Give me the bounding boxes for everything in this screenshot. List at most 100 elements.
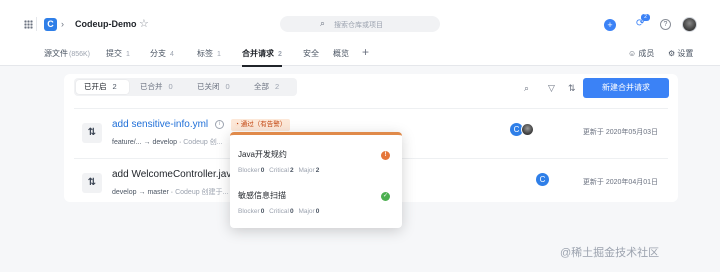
- check-icon: ✓: [381, 192, 390, 201]
- top-bar: C › Codeup-Demo ☆ ⌕ 搜索仓库或项目 + ⟳ 2 ?: [0, 0, 720, 38]
- sort-icon[interactable]: ⇅: [568, 83, 576, 94]
- filter-open[interactable]: 已开启 2: [76, 80, 129, 94]
- divider: [36, 17, 37, 31]
- tab-label: 分支: [150, 49, 166, 58]
- arrow-icon: →: [143, 139, 151, 146]
- filter-count: 0: [225, 82, 230, 91]
- repo-tabs: 源文件(856K) 提交 1 分支 4 标签 1 合并请求 2 安全 概览 + ☺ 成员…: [0, 38, 720, 67]
- codeup-logo-icon[interactable]: C: [44, 18, 57, 31]
- critical-count: 2: [290, 167, 294, 174]
- info-icon[interactable]: i: [215, 120, 224, 129]
- gear-icon: ⚙: [668, 49, 676, 58]
- filter-label: 已合并: [140, 82, 163, 91]
- scan-status-label: 通过（有告警）: [240, 121, 287, 128]
- author-note: Codeup 创...: [183, 139, 223, 146]
- tab-label: 标签: [197, 49, 213, 58]
- major-count: 0: [315, 208, 320, 215]
- scan-result-popover: Java开发规约 Blocker0 Critical2 Major2 ! 敏感信…: [230, 132, 402, 228]
- members-label: 成员: [638, 49, 655, 58]
- status-filter: 已开启 2 已合并 0 已关闭 0 全部 2: [74, 78, 297, 96]
- tab-label: 安全: [303, 49, 319, 58]
- app-grid-icon[interactable]: [24, 20, 33, 29]
- source-branch: feature/...: [112, 139, 142, 146]
- tab-label: 合并请求: [242, 49, 274, 58]
- major-count: 2: [315, 167, 320, 174]
- merge-request-title[interactable]: add sensitive-info.yml: [112, 119, 208, 130]
- critical-count: 0: [290, 208, 294, 215]
- major-label: Major: [298, 167, 315, 174]
- settings-label: 设置: [677, 49, 694, 58]
- notification-badge: 2: [641, 14, 650, 21]
- search-placeholder: 搜索仓库或项目: [334, 22, 383, 29]
- critical-label: Critical: [269, 167, 289, 174]
- tab-count: (856K): [69, 51, 91, 58]
- merge-request-title[interactable]: add WelcomeController.java: [112, 169, 237, 180]
- merge-request-icon: ⇅: [82, 123, 102, 143]
- filter-merged[interactable]: 已合并 0: [132, 80, 186, 94]
- tab-tags[interactable]: 标签 1: [197, 48, 221, 59]
- target-branch: develop: [152, 139, 178, 146]
- filter-all[interactable]: 全部 2: [246, 80, 295, 94]
- reviewer-avatar[interactable]: [521, 123, 534, 136]
- blocker-label: Blocker: [238, 208, 260, 215]
- create-button[interactable]: +: [604, 19, 616, 31]
- add-tab-icon[interactable]: +: [362, 45, 369, 59]
- settings-link[interactable]: ⚙ 设置: [668, 48, 693, 59]
- tab-count: 1: [217, 51, 221, 58]
- tab-label: 提交: [106, 49, 122, 58]
- filter-label: 已关闭: [197, 82, 220, 91]
- tab-security[interactable]: 安全: [303, 48, 319, 59]
- blocker-count: 0: [260, 167, 265, 174]
- user-avatar[interactable]: [682, 17, 697, 32]
- tab-count: 2: [278, 51, 282, 58]
- filter-closed[interactable]: 已关闭 0: [189, 80, 243, 94]
- chevron-right-icon: ›: [61, 19, 64, 29]
- search-icon[interactable]: ⌕: [524, 83, 529, 94]
- filter-label: 全部: [254, 82, 269, 91]
- search-input[interactable]: ⌕ 搜索仓库或项目: [280, 16, 440, 32]
- major-label: Major: [298, 208, 315, 215]
- filter-icon[interactable]: ▽: [548, 83, 555, 94]
- source-branch: develop: [112, 189, 137, 196]
- filter-count: 2: [112, 82, 117, 91]
- watermark: @稀土掘金技术社区: [560, 247, 660, 259]
- scan-name[interactable]: 敏感信息扫描: [238, 190, 322, 201]
- merge-request-meta: develop → master · Codeup 创建于...: [112, 189, 229, 196]
- updated-time: 更新于 2020年05月03日: [582, 129, 658, 136]
- tab-commits[interactable]: 提交 1: [106, 48, 130, 59]
- tab-count: 1: [126, 51, 130, 58]
- filter-label: 已开启: [84, 82, 107, 91]
- tab-files[interactable]: 源文件(856K): [44, 48, 90, 59]
- author-note: Codeup 创建于...: [175, 189, 229, 196]
- updated-time: 更新于 2020年04月01日: [582, 179, 658, 186]
- blocker-label: Blocker: [238, 167, 260, 174]
- scan-name[interactable]: Java开发规约: [238, 149, 322, 160]
- reviewer-avatar[interactable]: C: [536, 173, 549, 186]
- help-icon[interactable]: ?: [660, 19, 671, 30]
- target-branch: master: [147, 189, 169, 196]
- search-icon: ⌕: [320, 18, 326, 28]
- new-merge-request-button[interactable]: 新建合并请求: [583, 78, 669, 98]
- scan-status-tag[interactable]: ◔ 通过（有告警）: [231, 119, 291, 131]
- scan-item: 敏感信息扫描 Blocker0 Critical0 Major0: [238, 190, 322, 215]
- blocker-count: 0: [260, 208, 265, 215]
- merge-request-meta: feature/... → develop · Codeup 创...: [112, 139, 223, 146]
- arrow-icon: →: [138, 189, 146, 196]
- tab-overview[interactable]: 概览: [333, 48, 349, 59]
- tab-merge-requests[interactable]: 合并请求 2: [242, 48, 282, 67]
- star-icon[interactable]: ☆: [139, 17, 149, 30]
- critical-label: Critical: [269, 208, 289, 215]
- user-icon: ☺: [628, 49, 637, 58]
- tab-branches[interactable]: 分支 4: [150, 48, 174, 59]
- members-link[interactable]: ☺ 成员: [628, 48, 654, 59]
- tab-label: 概览: [333, 49, 349, 58]
- scan-stats: Blocker0 Critical2 Major2: [238, 167, 322, 174]
- repo-name[interactable]: Codeup-Demo: [75, 19, 137, 29]
- filter-count: 0: [168, 82, 173, 91]
- tab-count: 4: [170, 51, 174, 58]
- merge-request-icon: ⇅: [82, 173, 102, 193]
- warning-icon: !: [381, 151, 390, 160]
- scan-stats: Blocker0 Critical0 Major0: [238, 208, 322, 215]
- tab-label: 源文件: [44, 49, 68, 58]
- check-icon: ◔: [235, 121, 239, 128]
